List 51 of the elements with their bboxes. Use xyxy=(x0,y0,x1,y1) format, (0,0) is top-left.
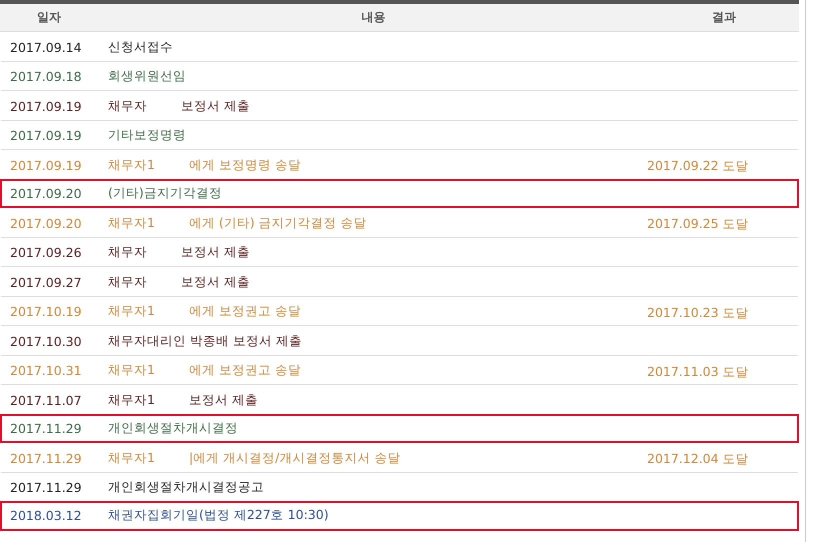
date-cell-text: 2017.11.07 xyxy=(9,392,83,408)
content-text: 채무자1 xyxy=(108,450,155,467)
content-text: 채무자1 xyxy=(108,156,155,174)
date-cell-text: 2017.11.29 xyxy=(9,450,83,466)
content-text: 채무자대리인 박종배 보정서 제출 xyxy=(108,332,302,350)
content-text: 신청서접수 xyxy=(108,38,173,56)
content-text: 에게 보정권고 송달 xyxy=(188,303,301,320)
result-cell: 2017.10.23 도달 xyxy=(647,304,749,320)
date-cell-text: 2018.03.12 xyxy=(9,508,83,524)
date-cell-text: 2017.10.30 xyxy=(9,334,83,349)
content-text: 보정서 제출 xyxy=(181,244,250,262)
content-text: 채권자집회기일(법정 제227호 10:30) xyxy=(108,507,329,524)
result-cell: 2017.12.04 도달 xyxy=(647,451,749,466)
date-cell-text: 2017.09.19 xyxy=(9,128,83,144)
date-cell-text: 2017.09.20 xyxy=(9,186,83,201)
content-text: 보정서 제출 xyxy=(188,392,258,409)
date-cell-text: 2017.09.19 xyxy=(9,98,83,114)
content-text: 채무자 xyxy=(108,244,147,262)
content-text: 회생위원선임 xyxy=(108,68,186,86)
column-header: 일자 xyxy=(36,9,62,26)
content-text: (기타)금지기각결정 xyxy=(108,184,222,202)
content-text: 채무자 xyxy=(108,98,147,115)
content-text: 채무자1 xyxy=(108,362,155,380)
content-text: 채무자1 xyxy=(108,303,155,320)
result-cell: 2017.09.25 도달 xyxy=(647,216,749,232)
content-text: 에게 보정권고 송달 xyxy=(188,362,301,380)
date-cell-text: 2017.10.31 xyxy=(9,363,83,378)
content-text: 채무자1 xyxy=(108,214,155,232)
content-text: |에게 개시결정/개시결정통지서 송달 xyxy=(188,450,400,467)
content-text: 에게 보정명령 송달 xyxy=(188,156,301,174)
date-cell-text: 2017.09.27 xyxy=(9,274,83,290)
content-text: 에게 (기타) 금지기각결정 송달 xyxy=(188,214,367,232)
date-cell-text: 2017.10.19 xyxy=(9,304,83,320)
content-text: 채무자 xyxy=(108,274,147,291)
content-text: 개인회생절차개시결정 xyxy=(108,420,238,437)
date-cell-text: 2017.09.14 xyxy=(9,40,83,55)
date-cell-text: 2017.11.29 xyxy=(9,480,83,496)
result-cell: 2017.11.03 도달 xyxy=(647,364,749,379)
column-header: 결과 xyxy=(711,9,737,26)
content-text: 채무자1 xyxy=(108,392,155,409)
date-cell-text: 2017.09.20 xyxy=(9,216,83,231)
result-cell: 2017.09.22 도달 xyxy=(647,158,749,174)
content-text: 개인회생절차개시결정공고 xyxy=(108,479,264,496)
date-cell-text: 2017.09.18 xyxy=(9,69,83,84)
date-cell-text: 2017.09.26 xyxy=(9,245,83,260)
column-header: 내용 xyxy=(360,9,386,26)
date-cell-text: 2017.11.29 xyxy=(9,420,83,436)
content-text: 보정서 제출 xyxy=(181,274,250,291)
date-cell-text: 2017.09.19 xyxy=(9,158,83,173)
content-text: 기타보정명령 xyxy=(108,127,186,144)
content-text: 보정서 제출 xyxy=(181,98,250,115)
